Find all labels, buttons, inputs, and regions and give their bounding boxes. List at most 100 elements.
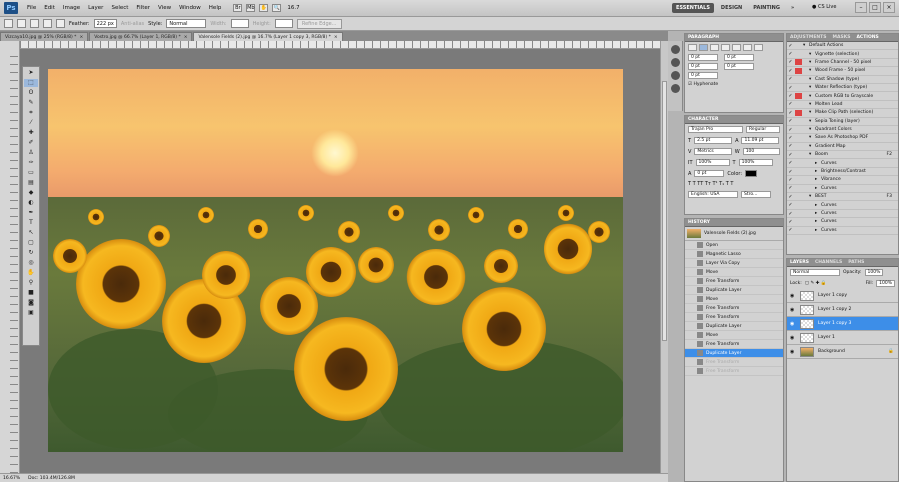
action-row[interactable]: ✓ ▸ Curves (787, 185, 898, 194)
action-row[interactable]: ✓ ▾ Make Clip Path (selection) (787, 109, 898, 118)
zoom-tool-icon[interactable]: 🔍 (272, 4, 282, 12)
menu-window[interactable]: Window (175, 5, 205, 11)
antialias-checkbox[interactable]: Anti-alias (121, 21, 144, 27)
workspace-painting[interactable]: PAINTING (749, 3, 784, 13)
history-item[interactable]: Free Transform (685, 277, 783, 286)
menu-edit[interactable]: Edit (40, 5, 59, 11)
dialog-toggle-icon[interactable] (795, 135, 802, 141)
history-item[interactable]: Free Transform (685, 367, 783, 376)
dialog-toggle-icon[interactable] (795, 59, 802, 66)
action-row[interactable]: ✓ ▾ Cast Shadow (type) (787, 76, 898, 84)
dialog-toggle-icon[interactable] (795, 202, 802, 208)
tab-masks[interactable]: MASKS (833, 35, 851, 40)
history-item[interactable]: Duplicate Layer (685, 349, 783, 358)
history-item[interactable]: Free Transform (685, 340, 783, 349)
action-row[interactable]: ✓ ▾ Frame Channel - 50 pixel (787, 59, 898, 68)
toggle-check-icon[interactable]: ✓ (787, 185, 794, 191)
toggle-check-icon[interactable]: ✓ (787, 93, 794, 99)
marquee-tool-icon[interactable]: ⬚ (24, 79, 38, 87)
tab-actions[interactable]: ACTIONS (856, 35, 878, 40)
maximize-icon[interactable]: □ (869, 2, 881, 13)
dialog-toggle-icon[interactable] (795, 85, 802, 91)
dialog-toggle-icon[interactable] (795, 67, 802, 74)
layer-row[interactable]: ◉ Background 🔒 (787, 345, 898, 359)
tab-adjustments[interactable]: ADJUSTMENTS (790, 35, 827, 40)
dodge-tool-icon[interactable]: ◐ (24, 199, 38, 207)
text-color-swatch[interactable] (745, 170, 758, 177)
type-tool-icon[interactable]: T (24, 219, 38, 227)
history-panel-header[interactable]: HISTORY (685, 219, 783, 227)
toggle-check-icon[interactable]: ✓ (787, 43, 794, 49)
visibility-eye-icon[interactable]: ◉ (790, 349, 796, 355)
visibility-eye-icon[interactable]: ◉ (790, 335, 796, 341)
dialog-toggle-icon[interactable] (795, 219, 802, 225)
tab-vostro[interactable]: Vostro.jpg @ 66.7% (Layer 1, RGB/8) * × (89, 32, 193, 41)
layer-row[interactable]: ◉ Layer 1 copy (787, 289, 898, 303)
action-row[interactable]: ✓ ▾ Gradient Map (787, 143, 898, 152)
dialog-toggle-icon[interactable] (795, 118, 802, 124)
history-brush-tool-icon[interactable]: ✑ (24, 159, 38, 167)
action-row[interactable]: ✓ ▾ Sepia Toning (layer) (787, 118, 898, 126)
layer-row[interactable]: ◉ Layer 1 (787, 331, 898, 345)
dialog-toggle-icon[interactable] (795, 177, 802, 183)
visibility-eye-icon[interactable]: ◉ (790, 307, 796, 313)
toggle-check-icon[interactable]: ✓ (787, 177, 794, 183)
vertical-scrollbar[interactable] (660, 41, 668, 473)
blend-mode-select[interactable]: Normal (790, 269, 840, 276)
toggle-check-icon[interactable]: ✓ (787, 127, 794, 133)
hand-icon[interactable]: ✋ (259, 4, 269, 12)
document-image[interactable] (48, 69, 623, 452)
history-item[interactable]: Move (685, 295, 783, 304)
menu-image[interactable]: Image (59, 5, 84, 11)
styles-panel-icon[interactable] (670, 71, 680, 80)
scrollbar-thumb[interactable] (662, 81, 667, 341)
dialog-toggle-icon[interactable] (795, 76, 802, 82)
align-right-icon[interactable] (710, 44, 719, 51)
close-tab-icon[interactable]: × (79, 35, 83, 40)
action-row[interactable]: ✓ ▸ Curves (787, 159, 898, 168)
toggle-check-icon[interactable]: ✓ (787, 135, 794, 141)
justify-right-icon[interactable] (743, 44, 752, 51)
dialog-toggle-icon[interactable] (795, 127, 802, 133)
dialog-toggle-icon[interactable] (795, 51, 802, 57)
marquee-preset-icon[interactable] (4, 19, 13, 28)
fill-field[interactable]: 100% (876, 280, 895, 287)
horizontal-scale-field[interactable]: 100% (738, 159, 773, 166)
align-left-icon[interactable] (688, 44, 697, 51)
history-item[interactable]: Duplicate Layer (685, 286, 783, 295)
toggle-check-icon[interactable]: ✓ (787, 169, 794, 175)
dialog-toggle-icon[interactable] (795, 101, 802, 107)
healing-brush-tool-icon[interactable]: ✚ (24, 129, 38, 137)
subtract-selection-icon[interactable] (43, 19, 52, 28)
screen-mode-icon[interactable]: ▣ (24, 309, 38, 317)
color-swatches-icon[interactable]: ■ (24, 289, 38, 297)
action-row[interactable]: ✓ ▾ Save As Photoshop PDF (787, 134, 898, 143)
history-item[interactable]: Magnetic Lasso (685, 250, 783, 259)
toggle-check-icon[interactable]: ✓ (787, 152, 794, 158)
menu-filter[interactable]: Filter (132, 5, 154, 11)
vertical-scale-field[interactable]: 100% (695, 159, 730, 166)
swatches-panel-icon[interactable] (670, 58, 680, 67)
toggle-check-icon[interactable]: ✓ (787, 85, 794, 91)
action-row[interactable]: ✓ ▸ Vibrance (787, 176, 898, 185)
menu-select[interactable]: Select (107, 5, 132, 11)
minimize-icon[interactable]: – (855, 2, 867, 13)
zoom-tool-icon[interactable]: ⚲ (24, 279, 38, 287)
lock-icons[interactable]: ▢ ✎ ✚ 🔒 (805, 281, 827, 286)
horizontal-ruler[interactable] (20, 41, 664, 49)
indent-right-field[interactable]: 0 pt (724, 54, 754, 61)
dialog-toggle-icon[interactable] (795, 160, 802, 166)
zoom-level[interactable]: 16.7 (287, 5, 299, 11)
workspace-design[interactable]: DESIGN (717, 3, 746, 13)
justify-left-icon[interactable] (721, 44, 730, 51)
space-before-field[interactable]: 0 pt (724, 63, 754, 70)
character-panel-header[interactable]: CHARACTER (685, 116, 783, 124)
action-row[interactable]: ✓ ▸ Curves (787, 201, 898, 210)
style-select[interactable]: Normal (166, 19, 207, 28)
close-icon[interactable]: × (883, 2, 895, 13)
action-row[interactable]: ✓ ▾ Boom F2 (787, 151, 898, 160)
toggle-check-icon[interactable]: ✓ (787, 194, 794, 200)
history-item[interactable]: Move (685, 268, 783, 277)
dialog-toggle-icon[interactable] (795, 211, 802, 217)
history-item[interactable]: Layer Via Copy (685, 259, 783, 268)
